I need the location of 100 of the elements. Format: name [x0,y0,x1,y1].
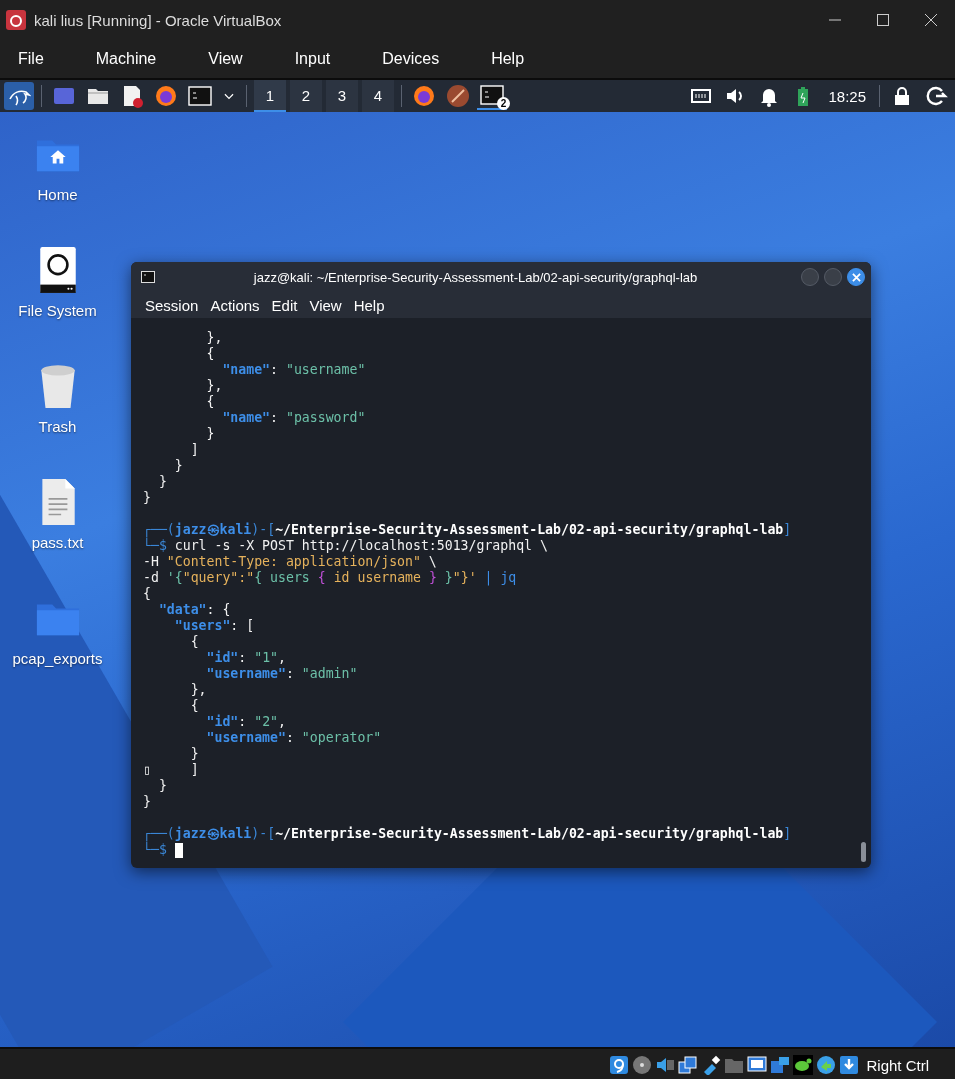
terminal-text: "password" [285,410,366,426]
terminal-text: "name" [222,410,271,426]
terminal-text: , [278,714,286,730]
terminal-text: } [444,570,453,586]
desktop-icon-label[interactable]: Trash [38,418,77,435]
terminal-text: { [190,634,199,650]
terminal-text: ~/Enterprise-Security-Assessment-Lab/02-api-security/graphql-lab [275,826,784,842]
terminal-text: '{ [166,570,183,586]
menu-item[interactable]: Help [479,44,537,74]
menu-item[interactable]: View [196,44,255,74]
terminal-text: { [190,698,199,714]
workspace-tab[interactable]: 4 [362,80,394,112]
speaker-icon[interactable] [655,1055,676,1075]
workspace-tab[interactable]: 2 [290,80,322,112]
terminal-text: ~/Enterprise-Security-Assessment-Lab/02-api-security/graphql-lab [275,522,784,538]
app-menu-button[interactable] [4,82,34,110]
terminal-text: }, [206,378,223,394]
terminal-text: "admin" [301,666,358,682]
terminal-text: } [158,474,167,490]
terminal-text: jazz㉿kali [174,522,252,537]
terminal-text: ] [190,442,199,458]
window-title: kali lius [Running] - Oracle VirtualBox [34,11,283,29]
menu-item[interactable]: Input [282,44,343,74]
terminal-text: { [317,570,326,586]
maximize-icon [877,14,889,26]
terminal-text: "username" [206,730,286,746]
terminal-text: : [ [230,618,255,634]
terminal-text: ▯ ] [143,762,199,778]
terminal-text: ┌──( [143,522,175,538]
terminal-text: "}' [452,570,477,586]
terminal-text: } [174,458,183,474]
terminal-text: "username" [206,666,286,682]
terminal-text: } [190,746,199,762]
menu-item[interactable]: Machine [83,44,169,74]
terminal-text: -H [143,554,160,570]
windows-icon[interactable] [770,1055,791,1075]
terminal-text: | jq [484,570,517,586]
desktop-icon-label[interactable]: File System [18,302,97,319]
terminal-text: └─$ [143,842,167,858]
terminal-text: )-[ [251,826,276,842]
terminal-text: "id" [206,714,239,730]
terminal-text: : [238,650,248,666]
terminal-text: } [428,570,437,586]
display-icon[interactable] [747,1055,768,1075]
window-count-badge: 2 [497,97,510,110]
terminal-text: "users" [174,618,231,634]
terminal-text: curl -s -X POST http://localhost:5013/graphql \ [174,538,548,554]
terminal-text: "operator" [301,730,382,746]
terminal-text: )-[ [251,522,276,538]
terminal-text: └─$ [143,538,167,554]
terminal-title: jazz@kali: ~/Enterprise-Security-Assessment-Lab/02-api-security/graphql-lab [252,269,699,285]
scrollbar-thumb[interactable] [861,842,866,862]
host-key-label: Right Ctrl [866,1056,929,1074]
terminal-text: -d [143,570,160,586]
network-adapter-icon[interactable] [678,1055,699,1075]
terminal-text: }, [190,682,207,698]
terminal-text: }, [206,330,223,346]
desktop-icon-label[interactable]: pass.txt [31,534,84,551]
terminal-text: jazz㉿kali [174,826,252,841]
terminal-text: { [143,586,151,602]
close-icon [851,272,861,282]
terminal-text: "1" [254,650,278,666]
app-logo-icon [6,10,26,30]
terminal-text: ┌──( [143,826,175,842]
terminal-text: ] [783,826,792,842]
terminal-text: : [270,410,279,426]
terminal-text: "id" [206,650,239,666]
terminal-text: , [278,650,286,666]
terminal-text: : { [206,602,231,618]
desktop-icon-label[interactable]: pcap_exports [12,650,103,667]
terminal-text: "username" [285,362,366,378]
terminal-text: : [270,362,279,378]
terminal-text: } [158,778,167,794]
optical-disc-icon[interactable] [632,1055,653,1075]
terminal-text: "data" [158,602,207,618]
terminal-text: : [285,730,295,746]
terminal-text: id username [333,570,422,586]
desktop-icon-label[interactable]: Home [37,186,78,203]
menu-item[interactable]: Devices [370,44,452,74]
terminal-text: : [285,666,295,682]
terminal-icon [141,271,155,283]
terminal-text: \ [428,554,437,570]
terminal-text: } [206,426,215,442]
menu-item[interactable]: File [6,44,56,74]
workspace-tab[interactable]: 1 [254,80,286,112]
workspace-tab[interactable]: 3 [326,80,358,112]
terminal-text: } [143,490,151,506]
terminal-text: "2" [254,714,278,730]
terminal-text: { [206,394,215,410]
clock-text: 18:25 [828,87,866,105]
terminal-text: : [238,714,248,730]
terminal-text: { users [254,570,311,586]
terminal-text: { [206,346,215,362]
terminal-text: "query":" [182,570,255,586]
close-button[interactable] [847,268,865,286]
terminal-text: ] [783,522,792,538]
turtle-icon[interactable] [793,1055,814,1075]
terminal-text: "Content-Type: application/json" [166,554,421,570]
terminal-text: "name" [222,362,271,378]
close-icon [925,14,937,26]
